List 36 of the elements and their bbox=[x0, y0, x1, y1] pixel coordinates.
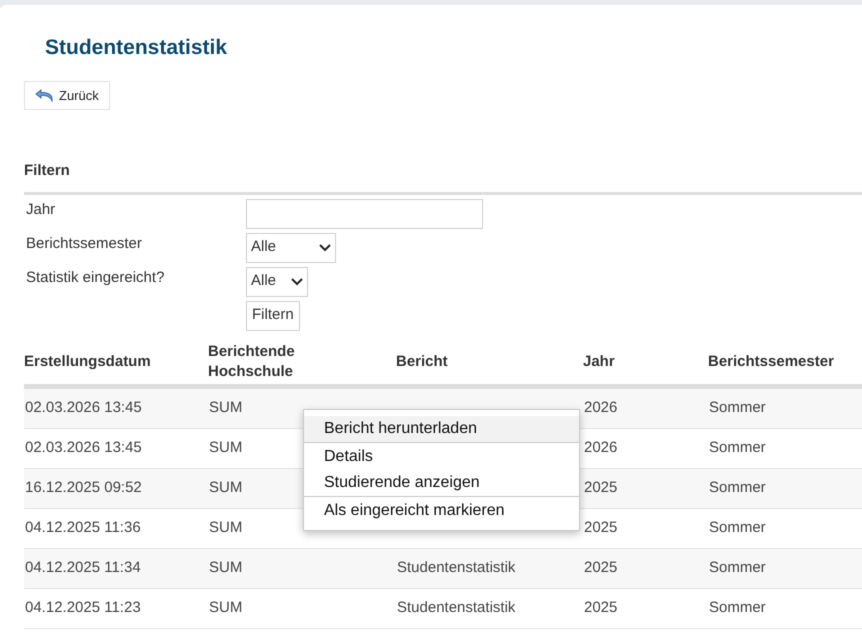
table-cell: 04.12.2025 11:34 bbox=[25, 559, 141, 576]
table-cell: 2025 bbox=[584, 599, 618, 616]
table-cell: Sommer bbox=[709, 519, 766, 536]
filter-label: Jahr bbox=[25, 200, 56, 220]
table-cell: Sommer bbox=[709, 439, 766, 456]
table-cell: SUM bbox=[209, 439, 242, 456]
filter-label: Statistik eingereicht? bbox=[25, 268, 166, 288]
column-header: Berichtssemester bbox=[708, 352, 834, 372]
table-cell: SUM bbox=[209, 559, 242, 576]
table-cell: SUM bbox=[209, 479, 242, 496]
table-cell: 2025 bbox=[584, 559, 618, 576]
column-header: Berichtende Hochschule bbox=[208, 342, 296, 382]
table-cell: Sommer bbox=[709, 479, 766, 496]
page-title: Studentenstatistik bbox=[45, 35, 228, 61]
filter-label: Berichtssemester bbox=[25, 234, 143, 254]
table-cell: Sommer bbox=[709, 559, 766, 576]
table-cell: 02.03.2026 13:45 bbox=[25, 399, 142, 416]
table-cell: SUM bbox=[209, 519, 242, 536]
table-cell: SUM bbox=[209, 399, 242, 416]
filter-heading: Filtern bbox=[24, 161, 70, 181]
table-cell: 04.12.2025 11:23 bbox=[25, 599, 141, 616]
table-cell: 02.03.2026 13:45 bbox=[25, 439, 142, 456]
table-cell: Sommer bbox=[709, 599, 766, 616]
column-header: Jahr bbox=[583, 352, 615, 372]
table-cell: 2025 bbox=[584, 519, 618, 536]
column-header: Bericht bbox=[396, 352, 448, 372]
table-cell: Sommer bbox=[709, 399, 766, 416]
table-cell: Studentenstatistik bbox=[397, 559, 516, 576]
table-cell: 04.12.2025 11:36 bbox=[25, 519, 141, 536]
column-header: Erstellungsdatum bbox=[24, 352, 151, 372]
table-cell: 2026 bbox=[584, 399, 618, 416]
table-cell: SUM bbox=[209, 599, 242, 616]
table-cell: Studentenstatistik bbox=[397, 599, 516, 616]
table-cell: 2026 bbox=[584, 439, 618, 456]
table-cell: 2025 bbox=[584, 479, 618, 496]
table-cell: 16.12.2025 09:52 bbox=[25, 479, 142, 496]
